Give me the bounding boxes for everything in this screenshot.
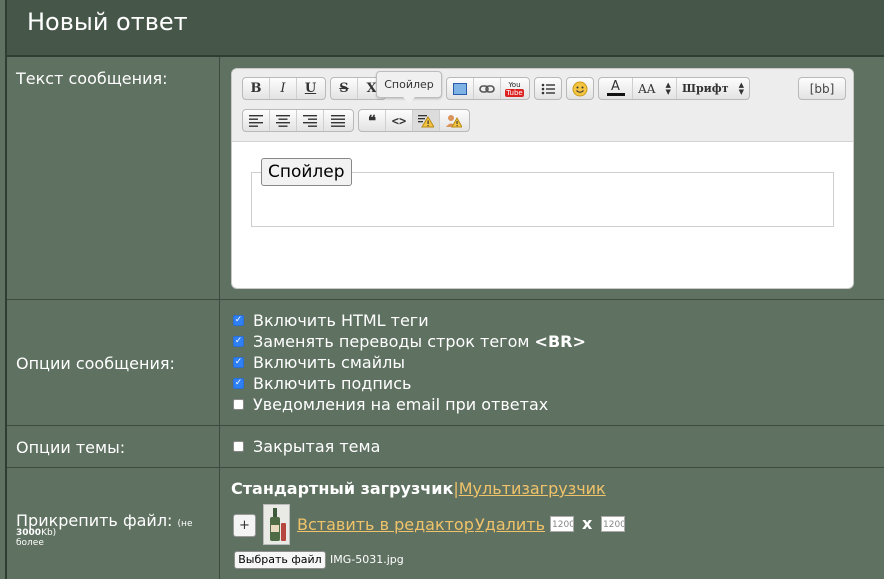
align-center-icon (276, 114, 290, 127)
font-family-label: Шрифт (682, 82, 729, 95)
align-left-button[interactable] (243, 110, 270, 131)
hide-button[interactable] (440, 110, 467, 131)
bottle-image-icon (270, 508, 286, 541)
list-icon (541, 83, 555, 94)
choose-file-button[interactable]: Выбрать файл (234, 551, 326, 569)
image-width-input[interactable]: 1200 (550, 516, 574, 532)
checkbox-unchecked-icon[interactable] (233, 441, 244, 452)
bbcode-toggle-button[interactable]: [bb] (799, 78, 845, 99)
spoiler-button[interactable] (413, 110, 440, 131)
option-br-tags[interactable]: ✓ Заменять переводы строк тегом <BR> (233, 332, 586, 351)
option-closed-topic[interactable]: Закрытая тема (233, 437, 380, 456)
italic-button[interactable]: I (270, 78, 297, 99)
add-file-button[interactable]: + (233, 514, 256, 537)
font-group: A AA ▲ ▼ Шрифт ▲ ▼ (598, 77, 750, 100)
option-email-notify[interactable]: Уведомления на email при ответах (233, 395, 548, 414)
strike-button[interactable]: S (331, 78, 358, 99)
topic-options-label-cell: Опции темы: (7, 426, 220, 467)
option-html-tags-label: Включить HTML теги (253, 311, 429, 330)
option-smilies[interactable]: ✓ Включить смайлы (233, 353, 405, 372)
message-options-label-cell: Опции сообщения: (7, 300, 220, 425)
bbcode-group: [bb] (798, 77, 846, 100)
checkbox-checked-icon[interactable]: ✓ (233, 315, 244, 326)
file-thumbnail[interactable] (263, 504, 290, 545)
message-editor: B I U S X You Tube A AA ▲ ▼ Шрифт ▲ ▼ [b… (231, 68, 854, 289)
code-button[interactable]: <> (386, 110, 413, 131)
font-color-button[interactable]: A (599, 78, 633, 99)
align-justify-button[interactable] (324, 110, 351, 131)
youtube-icon-bottom: Tube (505, 88, 524, 97)
font-size-label: AA (638, 81, 656, 96)
checkbox-unchecked-icon[interactable] (233, 399, 244, 410)
underline-button[interactable]: U (297, 78, 324, 99)
option-br-tags-code: <BR> (534, 332, 586, 351)
bold-button[interactable]: B (243, 78, 270, 99)
media-group: You Tube (446, 77, 530, 100)
align-left-icon (249, 114, 263, 127)
link-button[interactable] (474, 78, 501, 99)
attach-hint-post: Kb) (41, 528, 57, 538)
option-signature-label: Включить подпись (253, 374, 412, 393)
image-height-input[interactable]: 1200 (601, 516, 625, 532)
spoiler-legend[interactable]: Спойлер (261, 158, 352, 186)
option-closed-topic-label: Закрытая тема (253, 437, 381, 456)
checkbox-checked-icon[interactable]: ✓ (233, 336, 244, 347)
image-icon (453, 82, 467, 95)
youtube-icon-top: You (508, 80, 521, 89)
align-right-icon (303, 114, 317, 127)
chosen-file-name: IMG-5031.jpg (330, 553, 404, 566)
block-group: ❝ <> (358, 109, 470, 132)
align-group (242, 109, 354, 132)
font-color-swatch (606, 93, 625, 96)
checkbox-checked-icon[interactable]: ✓ (233, 357, 244, 368)
attach-file-label-cell: Прикрепить файл: (не более 3000Kb) (7, 468, 220, 579)
option-signature[interactable]: ✓ Включить подпись (233, 374, 411, 393)
spoiler-tooltip: Спойлер (376, 71, 442, 104)
image-button[interactable] (447, 78, 474, 99)
option-email-notify-label: Уведомления на email при ответах (253, 395, 549, 414)
insert-into-editor-link[interactable]: Вставить в редактор (297, 515, 474, 534)
list-button[interactable] (535, 78, 561, 99)
page-header: Новый ответ (7, 0, 884, 57)
align-justify-icon (330, 114, 345, 127)
option-br-tags-label: Заменять переводы строк тегом (253, 332, 535, 351)
topic-options-label: Опции темы: (16, 438, 126, 457)
youtube-button[interactable]: You Tube (501, 78, 528, 99)
standard-uploader-label[interactable]: Стандартный загрузчик (231, 479, 453, 498)
option-smilies-label: Включить смайлы (253, 353, 405, 372)
multi-uploader-link[interactable]: Мультизагрузчик (459, 479, 606, 498)
link-icon (479, 84, 495, 93)
attach-hint-line: 3000Kb) (16, 528, 56, 538)
font-family-select[interactable]: Шрифт ▲ ▼ (677, 78, 749, 99)
smiley-button[interactable] (567, 78, 593, 99)
updown-icon: ▲ ▼ (665, 80, 671, 96)
smiley-group (566, 77, 594, 100)
align-center-button[interactable] (270, 110, 297, 131)
smiley-icon (572, 81, 588, 96)
message-text-label-cell: Текст сообщения: (7, 57, 220, 299)
updown-icon: ▲ ▼ (738, 80, 744, 96)
align-right-button[interactable] (297, 110, 324, 131)
topic-options-row: Опции темы: (7, 426, 884, 468)
attach-hint-size: 3000 (16, 528, 42, 538)
page-title: Новый ответ (27, 8, 188, 36)
font-size-select[interactable]: AA ▲ ▼ (633, 78, 677, 99)
option-html-tags[interactable]: ✓ Включить HTML теги (233, 311, 429, 330)
editor-toolbar: B I U S X You Tube A AA ▲ ▼ Шрифт ▲ ▼ [b… (232, 69, 853, 142)
user-warning-icon (445, 114, 462, 127)
quote-button[interactable]: ❝ (359, 110, 386, 131)
dimension-separator: x (582, 514, 593, 533)
delete-file-link[interactable]: Удалить (475, 515, 545, 534)
checkbox-checked-icon[interactable]: ✓ (233, 378, 244, 389)
spoiler-icon (418, 114, 434, 127)
message-options-label: Опции сообщения: (16, 354, 175, 373)
uploader-switch: Стандартный загрузчик|Мультизагрузчик (231, 479, 606, 498)
message-text-label: Текст сообщения: (16, 69, 168, 88)
font-color-icon: A (611, 79, 620, 94)
format-group: B I U (242, 77, 326, 100)
list-group (534, 77, 562, 100)
